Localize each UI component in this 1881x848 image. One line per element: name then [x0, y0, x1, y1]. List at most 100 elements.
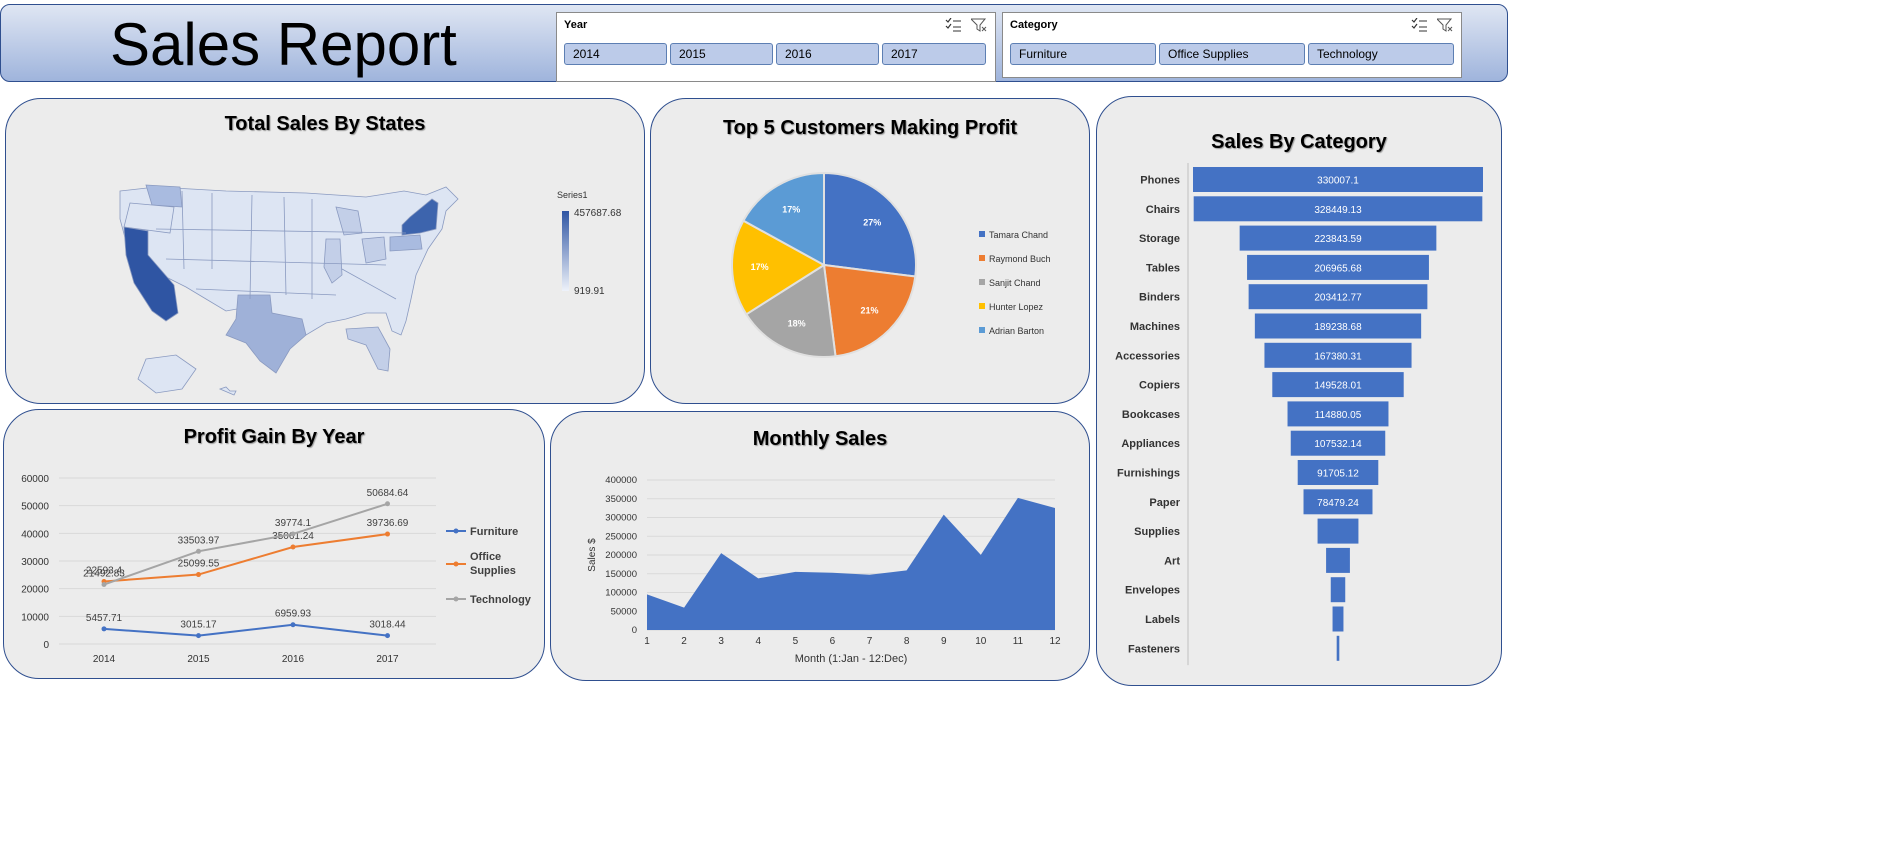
- funnel-bar: [1332, 606, 1344, 632]
- profit-series-line: [103, 502, 388, 586]
- pie-legend-swatch: [979, 327, 985, 333]
- clear-filter-icon[interactable]: [1437, 18, 1453, 32]
- profit-ytick-label: 50000: [21, 502, 49, 513]
- profit-ytick-label: 30000: [21, 557, 49, 568]
- pie-legend-label: Tamara Chand: [989, 230, 1048, 240]
- funnel-data-label: 149528.01: [1314, 381, 1362, 392]
- monthly-ytick-label: 250000: [605, 531, 637, 542]
- profit-data-label: 6959.93: [275, 609, 312, 620]
- funnel-data-label: 167380.31: [1314, 351, 1362, 362]
- profit-ytick-label: 40000: [21, 529, 49, 540]
- slicer-category-technology[interactable]: Technology: [1308, 43, 1454, 65]
- funnel-panel: Sales By Category Phones 330007.1 Chairs 32…: [1096, 96, 1502, 686]
- profit-data-label: 33503.97: [178, 535, 220, 546]
- monthly-ytick-label: 200000: [605, 550, 637, 561]
- pie-data-label: 18%: [788, 318, 806, 328]
- profit-data-label: 5457.71: [86, 613, 123, 624]
- funnel-category-label: Machines: [1130, 321, 1180, 333]
- profit-point: [196, 572, 201, 578]
- profit-point: [290, 544, 296, 550]
- funnel-data-label: 223843.59: [1314, 234, 1362, 245]
- funnel-data-label: 330007.1: [1317, 176, 1359, 187]
- us-sales-map: Series1 457687.68 919.91: [119, 184, 622, 396]
- monthly-area-chart: 0 50000 100000 150000 200000 250000 300000 3500…: [587, 475, 1061, 665]
- profit-point: [385, 501, 390, 507]
- profit-legend-marker: [453, 528, 459, 534]
- map-state-fl: [345, 326, 391, 372]
- profit-xtick-label: 2014: [93, 654, 116, 665]
- funnel-category-label: Envelopes: [1125, 585, 1180, 597]
- map-state-pa: [389, 234, 423, 252]
- funnel-category-label: Copiers: [1139, 380, 1180, 392]
- monthly-xtick-label: 7: [867, 636, 873, 647]
- funnel-bar: [1330, 577, 1346, 603]
- map-legend-max: 457687.68: [574, 208, 622, 219]
- funnel-data-label: 78479.24: [1317, 498, 1359, 509]
- profit-data-label: 3018.44: [369, 620, 406, 631]
- monthly-xtick-label: 6: [830, 636, 836, 647]
- profit-point: [101, 582, 107, 588]
- map-state-oh: [361, 236, 387, 264]
- slicer-category-office-supplies[interactable]: Office Supplies: [1159, 43, 1305, 65]
- profit-point: [290, 531, 296, 537]
- clear-filter-icon[interactable]: [971, 18, 987, 32]
- slicer-year-2015[interactable]: 2015: [670, 43, 773, 65]
- funnel-data-label: 107532.14: [1314, 439, 1362, 450]
- monthly-xtick-label: 4: [755, 636, 761, 647]
- pie-legend-swatch: [979, 303, 985, 309]
- map-state-hi: [218, 386, 237, 396]
- monthly-ytick-label: 150000: [605, 569, 637, 580]
- funnel-data-label: 206965.68: [1314, 263, 1362, 274]
- monthly-ytick-label: 50000: [611, 606, 637, 617]
- funnel-bar: [1317, 518, 1359, 544]
- profit-ytick-label: 20000: [21, 585, 49, 596]
- slicer-category-furniture[interactable]: Furniture: [1010, 43, 1156, 65]
- pie-chart: 27% Tamara Chand 21% Raymond Buch 18% Sanjit …: [731, 171, 1051, 358]
- monthly-xtick-label: 1: [644, 636, 650, 647]
- map-state-wa: [145, 184, 183, 208]
- profit-point: [101, 626, 107, 632]
- monthly-ytick-label: 300000: [605, 513, 637, 524]
- pie-legend-label: Sanjit Chand: [989, 278, 1041, 288]
- profit-line-chart: 0 10000 20000 30000 40000 50000 60000 2014 2015 2…: [21, 474, 532, 665]
- profit-point: [196, 633, 201, 639]
- funnel-bar: [1336, 635, 1340, 661]
- pie-legend-label: Raymond Buch: [989, 254, 1051, 264]
- slicer-year-2014[interactable]: 2014: [564, 43, 667, 65]
- funnel-category-label: Storage: [1139, 233, 1180, 245]
- monthly-xtick-label: 9: [941, 636, 947, 647]
- map-legend-series: Series1: [557, 190, 588, 200]
- multi-select-icon[interactable]: [1411, 18, 1427, 32]
- map-state-ak: [137, 354, 197, 394]
- profit-data-label: 21492.83: [83, 569, 125, 580]
- page-title: Sales Report: [110, 11, 457, 78]
- funnel-category-label: Tables: [1146, 262, 1180, 274]
- monthly-xtick-label: 11: [1013, 636, 1024, 647]
- funnel-chart: Phones 330007.1 Chairs 328449.13 Storage 2238…: [1115, 163, 1483, 666]
- profit-data-label: 25099.55: [178, 559, 220, 570]
- funnel-data-label: 189238.68: [1314, 322, 1362, 333]
- funnel-bar: [1326, 547, 1350, 573]
- funnel-category-label: Paper: [1149, 497, 1180, 509]
- profit-point: [196, 548, 201, 554]
- funnel-data-label: 114880.05: [1315, 410, 1362, 421]
- profit-data-label: 39774.1: [275, 518, 312, 529]
- profit-legend-marker: [453, 596, 459, 602]
- profit-panel: Profit Gain By Year 0 10000 20000 30000 4000…: [3, 409, 545, 679]
- funnel-data-label: 91705.12: [1317, 469, 1359, 480]
- funnel-category-label: Bookcases: [1122, 409, 1180, 421]
- pie-data-label: 17%: [782, 205, 800, 215]
- slicer-year-2016[interactable]: 2016: [776, 43, 879, 65]
- monthly-xtick-label: 3: [718, 636, 724, 647]
- funnel-category-label: Accessories: [1115, 350, 1180, 362]
- profit-legend-label: Office: [470, 551, 501, 563]
- pie-legend-label: Adrian Barton: [989, 326, 1044, 336]
- profit-series-line: [103, 623, 388, 637]
- slicer-year-2017[interactable]: 2017: [882, 43, 986, 65]
- multi-select-icon[interactable]: [945, 18, 961, 32]
- funnel-category-label: Supplies: [1134, 526, 1180, 538]
- monthly-xtick-label: 8: [904, 636, 910, 647]
- map-panel: Total Sales By States Series1 457687.68 …: [5, 98, 645, 404]
- map-legend-gradient: [562, 211, 569, 291]
- funnel-category-label: Art: [1164, 555, 1180, 567]
